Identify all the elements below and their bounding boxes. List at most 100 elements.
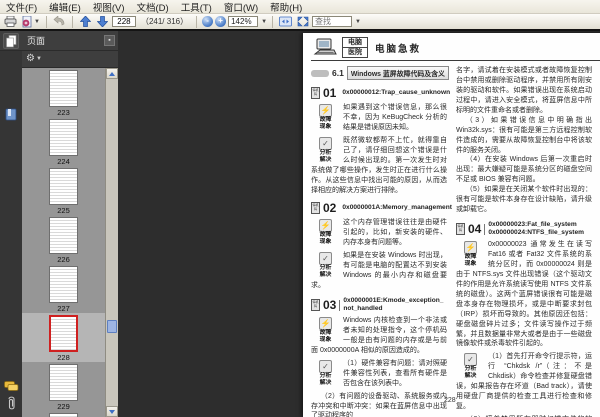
thumbnail-page-label: 224 [57,157,70,166]
thumbnail-page-preview[interactable] [49,70,78,107]
thumbnail-item[interactable] [22,411,105,417]
thumbnail-item[interactable]: 229 [22,362,105,411]
bookmarks-icon [5,108,17,120]
solution-block: ✓ 分析 解决 如果是在安装 Windows 时出现，有可能是电脑的配置达不到安装 W… [311,251,447,291]
stop-code-number: 04 [468,222,482,237]
chevron-down-icon[interactable]: ▼ [36,56,42,62]
solution-block: ✓ 分析 解决 （1）首先打开命令行提示符，运行 “Chkdsk /r”（注：不是 C… [456,352,592,412]
page-number-input[interactable] [111,16,136,27]
symptom-label: ⚡ 故障 现象 [311,218,340,246]
stop-code-text: 0x0000001A:Memory_management [342,204,452,212]
solution-icon: ✓ [464,353,477,367]
thumbnail-page-preview[interactable] [49,119,78,156]
thumbnail-page-label: 227 [57,304,70,313]
section-header: 6.1 Windows 蓝屏故障代码及含义 [311,66,449,80]
thumbnail-item[interactable]: 223 [22,68,105,117]
scroll-down-button[interactable] [106,406,118,417]
thumbnail-page-preview[interactable] [49,413,78,417]
print-button[interactable] [3,15,18,28]
stop-code-item: 停机码 02 0x0000001A:Memory_management [311,201,452,215]
zoom-level-select[interactable]: 142% [228,16,259,27]
menu-item-0[interactable]: 文件(F) [0,0,43,14]
tab-pages[interactable] [3,33,19,49]
thumbnail-item[interactable]: 227 [22,264,105,313]
body-text: （3）如果错误信息中明确指出 Win32k.sys：很有可能是第三方远程控制软件… [456,116,592,154]
comments-icon [3,380,18,391]
symptom-label-text: 故障 现象 [319,232,332,246]
chevron-down-icon[interactable]: ▼ [261,19,267,25]
scroll-up-button[interactable] [106,68,118,79]
previous-page-button[interactable] [78,15,93,28]
thumbnail-page-label: 228 [57,353,70,362]
menu-item-4[interactable]: 工具(T) [175,0,218,14]
previous-view-button[interactable] [52,15,67,28]
full-screen-button[interactable] [295,15,310,28]
scrollbar-thumb[interactable] [107,320,117,333]
panel-options-bar: ⚙ ▼ [22,51,118,68]
paperclip-icon [7,396,15,410]
menu-item-6[interactable]: 帮助(H) [264,0,308,14]
book-series-badge: 电脑 医院 [342,37,368,58]
solution-block: ✓ 分析 解决 （1）硬件兼容有问题：请对照硬件兼容性列表，查看所有硬件是否包含在该列… [311,359,447,389]
body-text: （4）在安装 Windows 后第一次重启时出现：最大嫌疑可能是系统分区的磁盘空… [456,156,592,184]
stop-code-line: 0x00000023:Fat_file_system [488,221,577,229]
stop-code-line: 0x00000024:NTFS_file_system [488,229,585,237]
stop-code-icon: 停机码 [311,202,320,215]
menu-item-5[interactable]: 窗口(W) [218,0,264,14]
thumbnail-list: 223 224 225 226 227 228 229 [22,68,105,417]
menu-item-1[interactable]: 编辑(E) [43,0,87,14]
solution-label-text: 分析 解决 [319,149,332,163]
thumbnail-item[interactable]: 224 [22,117,105,166]
solution-label-text: 分析 解决 [319,265,332,279]
down-arrow-icon [96,16,108,27]
thumbnail-page-label: 226 [57,255,70,264]
content-area: 页面 ▪ ⚙ ▼ 223 224 225 226 227 228 229 电脑 … [0,31,600,417]
thumbnail-item[interactable]: 226 [22,215,105,264]
panel-title: 页面 [27,36,46,46]
section-title: Windows 蓝屏故障代码及含义 [346,66,449,80]
email-button[interactable]: ▼ [20,15,41,28]
stop-code-number: 03 [323,298,337,312]
thumbnail-page-preview[interactable] [49,315,78,352]
thumbnail-item[interactable]: 228 [22,313,105,362]
triangle-down-icon [109,409,115,414]
thumbnail-page-label: 225 [57,206,70,215]
zoom-in-button[interactable]: + [215,16,227,27]
fit-width-button[interactable] [278,15,293,28]
document-view[interactable]: 电脑 医院 电脑急救 6.1 Windows 蓝屏故障代码及含义 停机码 01 0x… [118,31,600,417]
menu-item-3[interactable]: 文档(D) [130,0,174,14]
navigation-sidebar: 页面 ▪ ⚙ ▼ 223 224 225 226 227 228 229 [0,31,118,417]
left-column: 6.1 Windows 蓝屏故障代码及含义 停机码 01 0x00000012:Tr… [311,66,452,417]
back-arrow-icon [53,16,65,26]
thumbnail-scrollbar[interactable] [105,68,118,417]
tab-bookmarks[interactable] [3,106,19,122]
stop-code-icon: 停机码 [311,87,320,99]
menu-item-2[interactable]: 视图(V) [87,0,131,14]
tab-attachments[interactable] [3,395,19,411]
zoom-out-button[interactable]: - [202,16,214,27]
stop-code-divider [339,299,341,311]
up-arrow-icon [79,16,91,27]
stop-code-line: 0x00000012:Trap_cause_unknown [342,89,451,96]
next-page-button[interactable] [95,15,110,28]
zoom-level-value: 142% [231,17,252,26]
symptom-block: ⚡ 故障 现象 0x00000023 通常发生在读写 Fat16 或者 Fat32 文… [456,240,592,349]
search-input[interactable] [312,16,353,27]
symptom-label: ⚡ 故障 现象 [311,103,340,131]
gear-icon[interactable]: ⚙ [26,54,35,64]
tab-comments[interactable] [3,377,19,393]
symptom-icon: ⚡ [319,317,332,330]
stop-code-line: 0x0000001A:Memory_management [342,204,452,212]
solution-label-text: 分析 解决 [464,366,477,380]
thumbnail-page-preview[interactable] [49,168,78,205]
panel-menu-button[interactable]: ▪ [104,35,115,46]
stop-code-text: 0x0000001E:Kmode_exception_ not_handled [343,297,443,313]
thumbnail-item[interactable]: 225 [22,166,105,215]
thumbnail-page-preview[interactable] [49,364,78,401]
stop-code-divider [484,223,486,235]
thumbnail-page-preview[interactable] [49,217,78,254]
chevron-down-icon[interactable]: ▼ [355,19,361,25]
stop-code-line: 0x0000001E:Kmode_exception_ [343,297,444,304]
thumbnail-page-preview[interactable] [49,266,78,303]
pdf-reader-window: 文件(F)编辑(E)视图(V)文档(D)工具(T)窗口(W)帮助(H) ▼ （2… [0,0,600,417]
